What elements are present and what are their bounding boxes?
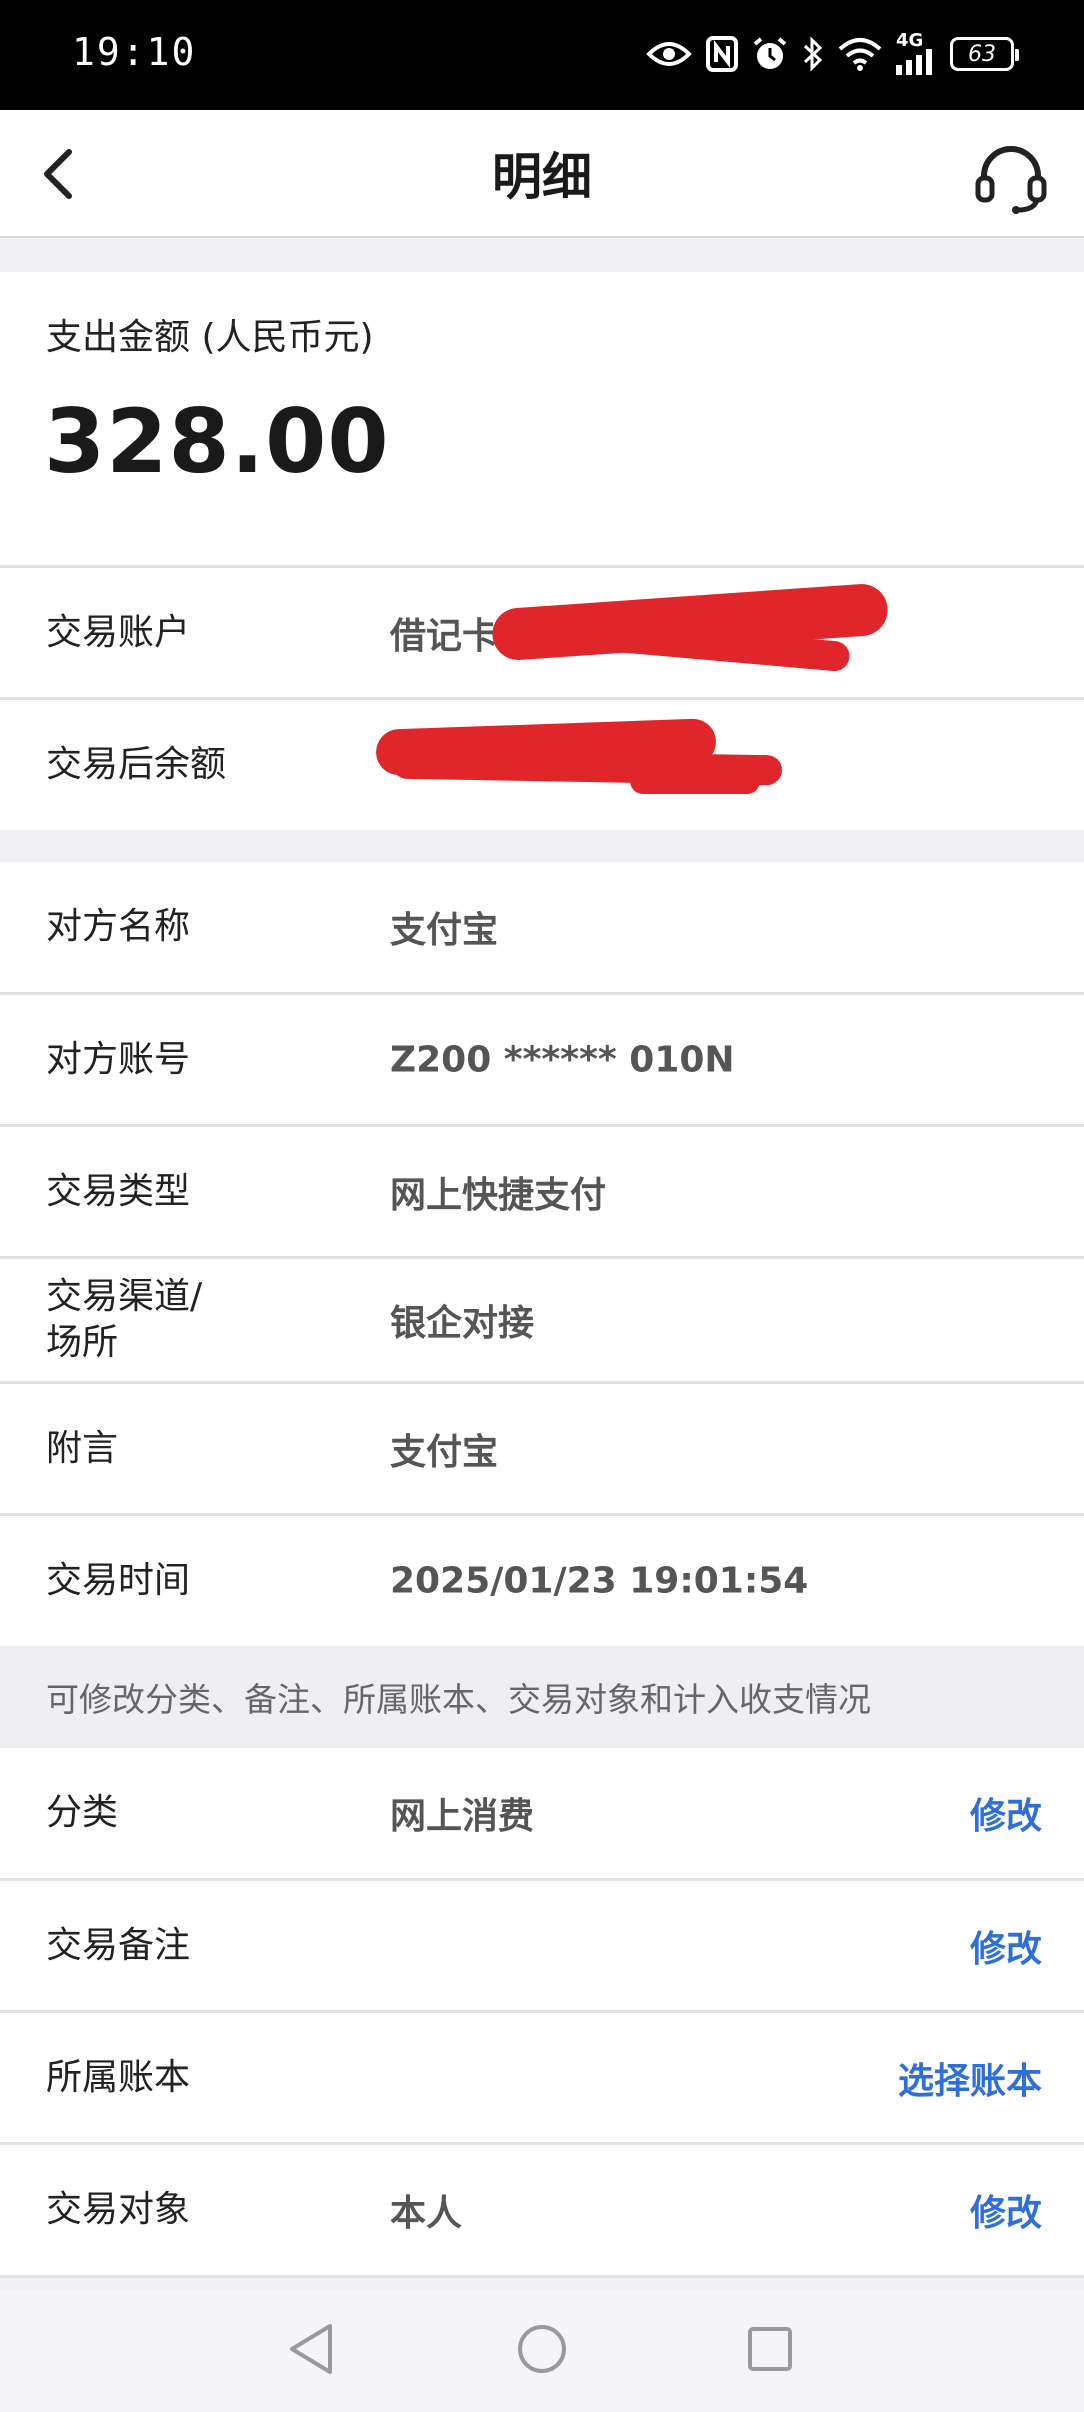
- row-value: 支付宝: [390, 910, 499, 951]
- signal-icon: 4G: [896, 32, 936, 76]
- edit-category-button[interactable]: 修改: [970, 1787, 1042, 1839]
- row-key: 交易账户: [46, 611, 191, 653]
- status-icons: 4G 63: [646, 30, 1019, 78]
- nav-home-icon[interactable]: [507, 2314, 577, 2384]
- edit-hint-text: 可修改分类、备注、所属账本、交易对象和计入收支情况: [46, 1680, 871, 1719]
- eye-icon: [646, 32, 692, 76]
- row-counterparty[interactable]: 交易对象 本人 修改: [0, 2145, 1084, 2275]
- row-transaction-type: 交易类型 网上快捷支付: [0, 1127, 1084, 1256]
- edit-hint: 可修改分类、备注、所属账本、交易对象和计入收支情况: [0, 1646, 1084, 1748]
- row-payee-name: 对方名称 支付宝: [0, 862, 1084, 992]
- battery-icon: 63: [950, 32, 1019, 76]
- amount-value: 328.00: [44, 390, 390, 493]
- row-ledger[interactable]: 所属账本 选择账本: [0, 2013, 1084, 2142]
- status-time: 19:10: [72, 30, 197, 74]
- wifi-icon: [838, 32, 882, 76]
- divider: [0, 2275, 1084, 2278]
- row-key: 对方名称: [46, 906, 191, 947]
- row-memo: 附言 支付宝: [0, 1384, 1084, 1513]
- row-value: 本人: [390, 2193, 463, 2234]
- battery-level: 63: [950, 37, 1019, 71]
- row-transaction-time: 交易时间 2025/01/23 19:01:54: [0, 1516, 1084, 1646]
- row-key: 交易类型: [46, 1170, 191, 1212]
- alarm-icon: [752, 32, 788, 76]
- row-key: 交易渠道/ 场所: [46, 1276, 203, 1363]
- row-value: 网上消费: [390, 1796, 535, 1837]
- row-value: 2025/01/23 19:01:54: [390, 1560, 809, 1602]
- header: 明细: [0, 110, 1084, 238]
- select-ledger-button[interactable]: 选择账本: [898, 2052, 1042, 2104]
- row-key: 交易后余额: [46, 744, 227, 785]
- row-category[interactable]: 分类 网上消费 修改: [0, 1748, 1084, 1878]
- row-value: 银企对接: [390, 1303, 535, 1344]
- row-key: 交易对象: [46, 2189, 191, 2230]
- nfc-icon: [706, 32, 738, 76]
- row-value: 支付宝: [390, 1431, 499, 1473]
- system-nav-bar: [0, 2290, 1084, 2412]
- bluetooth-icon: [802, 32, 824, 76]
- page-title: 明细: [492, 148, 592, 206]
- row-key: 交易时间: [46, 1560, 191, 1601]
- row-note[interactable]: 交易备注 修改: [0, 1881, 1084, 2010]
- redaction-mark: [630, 768, 760, 794]
- row-key: 对方账号: [46, 1038, 191, 1080]
- nav-back-icon[interactable]: [276, 2314, 346, 2384]
- status-bar: 19:10 4G 63: [0, 0, 1084, 110]
- row-value: 网上快捷支付: [390, 1174, 607, 1216]
- row-channel: 交易渠道/ 场所 银企对接: [0, 1259, 1084, 1381]
- headset-icon[interactable]: [974, 142, 1048, 216]
- amount-label: 支出金额 (人民币元): [46, 317, 374, 358]
- amount-card: 支出金额 (人民币元) 328.00: [0, 272, 1084, 566]
- network-type: 4G: [896, 30, 924, 51]
- row-payee-account: 对方账号 Z200 ****** 010N: [0, 995, 1084, 1124]
- row-key: 附言: [46, 1427, 119, 1469]
- edit-note-button[interactable]: 修改: [970, 1920, 1042, 1972]
- nav-recents-icon[interactable]: [735, 2314, 805, 2384]
- edit-counterparty-button[interactable]: 修改: [970, 2184, 1042, 2236]
- row-balance: 交易后余额: [0, 700, 1084, 830]
- row-key: 所属账本: [46, 2056, 191, 2098]
- row-account: 交易账户 借记卡: [0, 568, 1084, 697]
- row-value: Z200 ****** 010N: [390, 1039, 735, 1080]
- row-value: 借记卡: [390, 615, 499, 657]
- row-key: 分类: [46, 1792, 119, 1833]
- row-key: 交易备注: [46, 1924, 191, 1966]
